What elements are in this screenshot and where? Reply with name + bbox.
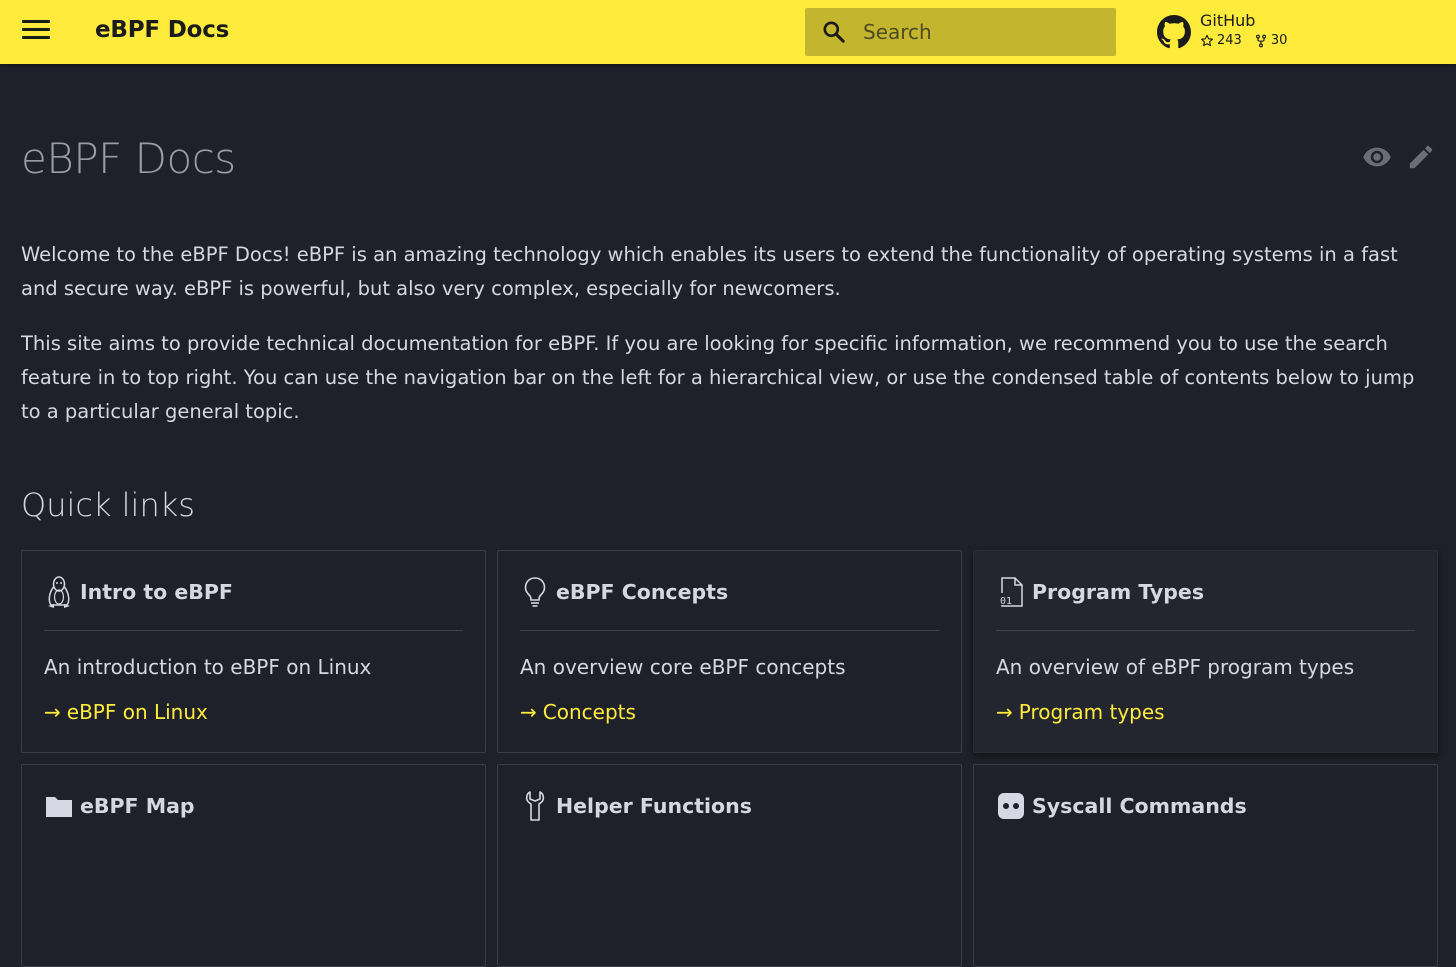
github-repo-link[interactable]: GitHub 243 30 [1157, 11, 1299, 53]
binary-file-icon: 01 [996, 575, 1026, 609]
link-label: eBPF on Linux [66, 700, 208, 724]
repo-forks-count: 30 [1270, 33, 1288, 48]
card-description: An introduction to eBPF on Linux [44, 655, 372, 679]
program-types-link[interactable]: → Program types [996, 700, 1165, 724]
wrench-icon [520, 789, 550, 823]
card-helper-functions: Helper Functions [497, 764, 962, 967]
top-header: eBPF Docs Search GitHub 243 30 [0, 0, 1456, 64]
fork-icon [1255, 34, 1266, 47]
syscall-icon [996, 789, 1026, 823]
edit-pencil-icon[interactable] [1406, 142, 1436, 172]
card-title: Helper Functions [556, 794, 752, 818]
search-input[interactable]: Search [805, 8, 1116, 56]
arrow-right-icon: → [996, 700, 1013, 724]
page-actions [1362, 142, 1436, 172]
folder-icon [44, 789, 74, 823]
eye-icon[interactable] [1362, 142, 1392, 172]
site-title[interactable]: eBPF Docs [95, 17, 229, 43]
card-title: eBPF Concepts [556, 580, 729, 604]
card-title: Intro to eBPF [80, 580, 233, 604]
card-title: Program Types [1032, 580, 1205, 604]
card-description: An overview of eBPF program types [996, 655, 1355, 679]
card-divider [520, 630, 939, 631]
search-placeholder: Search [863, 20, 932, 44]
repo-stars-count: 243 [1217, 33, 1242, 48]
card-divider [996, 630, 1415, 631]
repo-stars: 243 [1200, 33, 1242, 48]
quick-links-heading: Quick links [21, 486, 195, 524]
arrow-right-icon: → [520, 700, 537, 724]
link-label: Program types [1018, 700, 1165, 724]
card-title: eBPF Map [80, 794, 195, 818]
card-divider [44, 630, 463, 631]
guide-paragraph: This site aims to provide technical docu… [21, 332, 1415, 423]
card-program-types: 01 Program Types An overview of eBPF pro… [973, 550, 1438, 753]
arrow-right-icon: → [44, 700, 61, 724]
card-intro-to-ebpf: Intro to eBPF An introduction to eBPF on… [21, 550, 486, 753]
intro-paragraph: Welcome to the eBPF Docs! eBPF is an ama… [21, 243, 1398, 300]
lightbulb-icon [520, 575, 550, 609]
svg-text:01: 01 [1000, 596, 1012, 607]
link-label: Concepts [542, 700, 636, 724]
page-title: eBPF Docs [21, 134, 236, 183]
card-title: Syscall Commands [1032, 794, 1247, 818]
menu-icon[interactable] [22, 20, 50, 44]
repo-forks: 30 [1254, 33, 1288, 48]
concepts-link[interactable]: → Concepts [520, 700, 636, 724]
linux-penguin-icon [44, 575, 74, 609]
card-description: An overview core eBPF concepts [520, 655, 846, 679]
github-icon [1157, 15, 1191, 49]
ebpf-on-linux-link[interactable]: → eBPF on Linux [44, 700, 208, 724]
card-ebpf-concepts: eBPF Concepts An overview core eBPF conc… [497, 550, 962, 753]
search-icon [823, 21, 845, 43]
star-icon [1201, 34, 1213, 46]
card-ebpf-map: eBPF Map [21, 764, 486, 967]
card-syscall-commands: Syscall Commands [973, 764, 1438, 967]
repo-name: GitHub [1200, 11, 1256, 30]
